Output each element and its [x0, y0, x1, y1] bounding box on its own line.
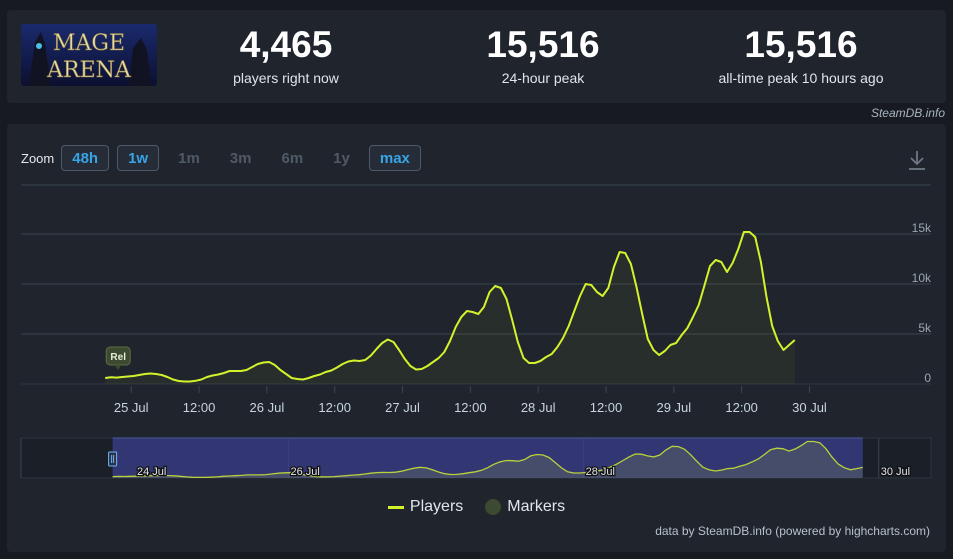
marker-badge-label: Rel: [110, 352, 126, 363]
marker-badge-pointer: [114, 365, 122, 370]
y-tick-label: 15k: [912, 221, 932, 235]
summary-panel: MAGE ARENA 4,465 players right now 15,51…: [7, 10, 946, 103]
legend-item-players[interactable]: Players: [387, 498, 464, 516]
zoom-max-button[interactable]: max: [368, 145, 421, 171]
zoom-48h-button[interactable]: 48h: [61, 145, 110, 171]
x-tick-label: 12:00: [318, 400, 351, 415]
navigator-label: 24 Jul: [137, 466, 166, 478]
zoom-label: Zoom: [21, 150, 55, 166]
x-tick-label: 12:00: [454, 400, 487, 415]
zoom-1m-button[interactable]: 1m: [167, 145, 211, 171]
stat-24h-peak: 15,516 24-hour peak: [433, 24, 653, 87]
logo-text-bottom: ARENA: [46, 58, 132, 83]
stat-label: all-time peak 10 hours ago: [718, 70, 884, 86]
y-tick-label: 10k: [912, 271, 932, 285]
logo-text-top: MAGE: [53, 31, 125, 56]
x-tick-label: 12:00: [590, 400, 623, 415]
legend-item-markers[interactable]: Markers: [485, 498, 565, 516]
stat-value: 15,516: [486, 24, 600, 65]
x-tick-label: 12:00: [725, 400, 758, 415]
stat-label: players right now: [233, 70, 339, 86]
navigator-label: 30 Jul: [881, 466, 910, 478]
steamdb-credit[interactable]: SteamDB.info: [871, 106, 945, 120]
x-tick-label: 28 Jul: [521, 400, 556, 415]
players-area: [105, 232, 795, 384]
game-logo[interactable]: MAGE ARENA: [21, 24, 157, 86]
x-tick-label: 29 Jul: [656, 400, 691, 415]
stat-all-time-peak: 15,516 all-time peak 10 hours ago: [691, 24, 911, 87]
game-logo-art: MAGE ARENA: [21, 24, 157, 86]
zoom-1w-button[interactable]: 1w: [117, 145, 160, 171]
handle-grip: [108, 451, 118, 467]
highcharts-credit[interactable]: data by SteamDB.info (powered by highcha…: [655, 524, 930, 538]
legend-label: Players: [409, 498, 464, 515]
zoom-3m-button[interactable]: 3m: [219, 145, 263, 171]
markers-dot-swatch: [485, 499, 502, 515]
download-icon[interactable]: [906, 148, 928, 172]
navigator-label: 26 Jul: [290, 466, 319, 478]
stat-value: 15,516: [744, 24, 858, 65]
stat-current-players: 4,465 players right now: [176, 24, 396, 87]
x-tick-label: 27 Jul: [385, 400, 420, 415]
x-tick-label: 26 Jul: [250, 400, 285, 415]
stat-label: 24-hour peak: [501, 70, 585, 86]
x-tick-label: 25 Jul: [114, 400, 149, 415]
zoom-6m-button[interactable]: 6m: [270, 145, 314, 171]
navigator-label: 28 Jul: [586, 466, 615, 478]
navigator-handle-left[interactable]: [108, 451, 118, 467]
chart-legend: Players Markers: [7, 498, 946, 516]
zoom-1y-button[interactable]: 1y: [322, 145, 361, 171]
zoom-controls: Zoom 48h 1w 1m 3m 6m 1y max: [21, 144, 429, 172]
players-line-swatch: [387, 505, 404, 509]
chart-panel: 0 5k 10k 15k 25 Jul 12:00 26 Jul 12:00 27 Jul 12:…: [7, 124, 946, 552]
player-chart[interactable]: 0 5k 10k 15k 25 Jul 12:00 26 Jul 12:00 27 Jul 12:…: [7, 124, 946, 552]
legend-label: Markers: [507, 498, 566, 515]
y-tick-label: 5k: [918, 321, 932, 335]
x-tick-label: 30 Jul: [792, 400, 827, 415]
y-tick-label: 0: [924, 371, 931, 385]
stat-value: 4,465: [239, 24, 333, 65]
x-tick-label: 12:00: [183, 400, 216, 415]
